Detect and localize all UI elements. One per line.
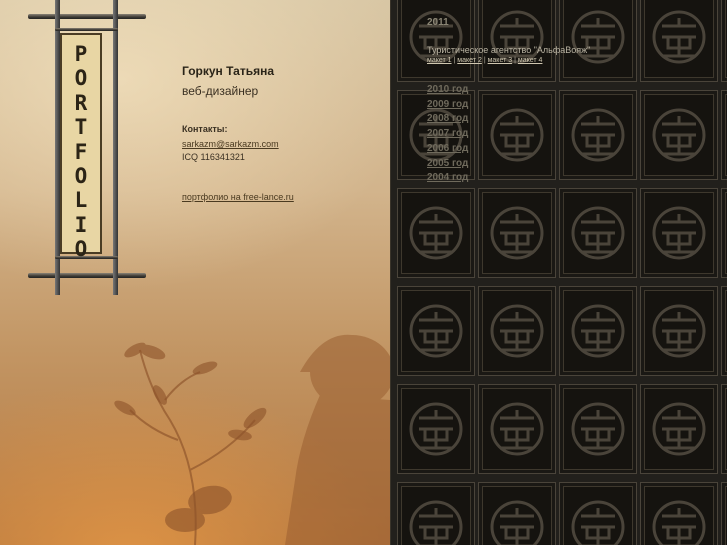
pattern-tile [478, 482, 556, 545]
shou-symbol-icon [490, 500, 544, 545]
projects-list: 2011 Туристическое агентство "АльфаВояж"… [427, 17, 590, 186]
scroll-letter: R [74, 90, 88, 115]
scroll-upper-bar [55, 28, 118, 31]
pattern-tile [721, 286, 727, 376]
separator: | [453, 57, 456, 64]
separator: | [514, 57, 516, 64]
scroll-letter: F [74, 139, 88, 164]
shou-symbol-icon [571, 402, 625, 456]
scroll-letter: O [74, 66, 88, 91]
pattern-tile [640, 286, 718, 376]
pattern-tile [478, 188, 556, 278]
shou-symbol-icon [652, 500, 706, 545]
pattern-tile [640, 0, 718, 82]
current-year: 2011 [427, 17, 449, 28]
scroll-letter: I [74, 212, 88, 237]
pattern-tile [559, 482, 637, 545]
mockup-link-3[interactable]: макет 3 [488, 57, 513, 64]
shou-symbol-icon [490, 206, 544, 260]
contacts-heading: Контакты: [182, 124, 228, 134]
scroll-bottom-rod [28, 273, 146, 278]
mockup-link-4[interactable]: макет 4 [518, 57, 543, 64]
scroll-letter: O [74, 237, 88, 262]
email-link[interactable]: sarkazm@sarkazm.com [182, 138, 294, 151]
pattern-tile [559, 384, 637, 474]
scroll-paper: P O R T F O L I O [60, 33, 102, 261]
year-link-2009[interactable]: 2009 год [427, 98, 590, 113]
pattern-tile [721, 90, 727, 180]
icq-number: ICQ 116341321 [182, 152, 245, 162]
pattern-tile [721, 384, 727, 474]
pattern-tile [397, 188, 475, 278]
scroll-right-post [113, 0, 118, 295]
pattern-tile [559, 188, 637, 278]
pattern-tile [478, 384, 556, 474]
profile-name: Горкун Татьяна [182, 64, 275, 78]
mockup-link-2[interactable]: макет 2 [457, 57, 482, 64]
pattern-tile [640, 188, 718, 278]
shou-symbol-icon [409, 304, 463, 358]
year-list: 2010 год 2009 год 2008 год 2007 год 2006… [427, 83, 590, 186]
scroll-letter: O [74, 164, 88, 189]
shou-symbol-icon [652, 206, 706, 260]
separator: | [483, 57, 486, 64]
pattern-tile [397, 482, 475, 545]
shou-symbol-icon [652, 10, 706, 64]
pattern-tile [397, 384, 475, 474]
year-link-2008[interactable]: 2008 год [427, 112, 590, 127]
pattern-tile [721, 482, 727, 545]
shou-symbol-icon [571, 500, 625, 545]
mockup-link-1[interactable]: макет 1 [427, 57, 452, 64]
shou-symbol-icon [652, 304, 706, 358]
year-link-2010[interactable]: 2010 год [427, 83, 590, 98]
pattern-tile [478, 286, 556, 376]
mockup-links: макет 1 | макет 2 | макет 3 | макет 4 [427, 57, 590, 64]
pattern-tile [640, 482, 718, 545]
year-link-2005[interactable]: 2005 год [427, 157, 590, 172]
shou-symbol-icon [490, 402, 544, 456]
shou-symbol-icon [571, 304, 625, 358]
shou-symbol-icon [652, 402, 706, 456]
scroll-top-rod [28, 14, 146, 19]
pattern-tile [397, 286, 475, 376]
year-link-2006[interactable]: 2006 год [427, 142, 590, 157]
scroll-letter: L [74, 188, 88, 213]
shou-symbol-icon [409, 402, 463, 456]
scroll-letter: T [74, 115, 88, 140]
pattern-tile [721, 188, 727, 278]
shou-symbol-icon [571, 206, 625, 260]
pattern-tile [721, 0, 727, 82]
year-link-2004[interactable]: 2004 год [427, 171, 590, 186]
shou-symbol-icon [652, 108, 706, 162]
year-link-2007[interactable]: 2007 год [427, 127, 590, 142]
pattern-tile [640, 90, 718, 180]
profile-info: Горкун Татьяна веб-дизайнер Контакты: sa… [182, 64, 294, 204]
project-title: Туристическое агентство "АльфаВояж" [427, 45, 591, 55]
pattern-tile [640, 384, 718, 474]
shou-symbol-icon [409, 206, 463, 260]
shou-symbol-icon [409, 500, 463, 545]
portfolio-link[interactable]: портфолио на free-lance.ru [182, 191, 294, 204]
pattern-tile [559, 286, 637, 376]
profile-role: веб-дизайнер [182, 84, 259, 98]
left-panel: P O R T F O L I O Горкун Татьяна веб-диз… [0, 0, 390, 545]
scroll-letter: P [74, 42, 88, 66]
shou-symbol-icon [490, 304, 544, 358]
